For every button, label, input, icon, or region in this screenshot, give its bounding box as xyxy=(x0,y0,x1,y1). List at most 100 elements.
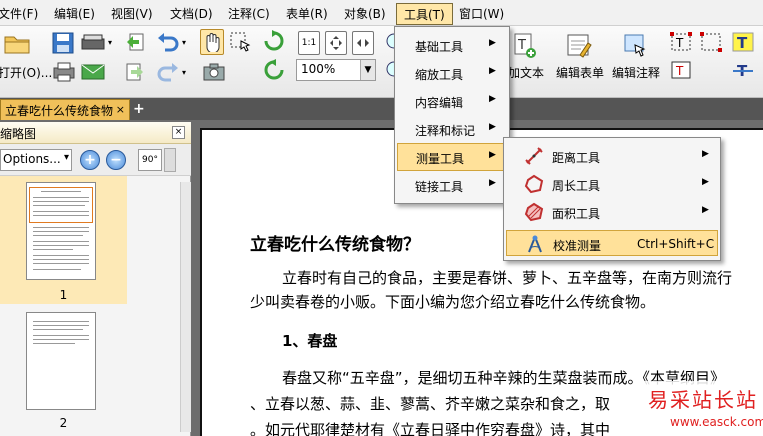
add-text-label[interactable]: 加文本 xyxy=(508,64,544,81)
menu-item-basic-tools[interactable]: 基础工具 ▶ xyxy=(397,32,507,58)
chevron-right-icon: ▶ xyxy=(489,178,496,188)
chevron-down-icon[interactable]: ▼ xyxy=(360,60,375,80)
menu-file[interactable]: 文件(F) xyxy=(0,5,38,22)
menu-view[interactable]: 视图(V) xyxy=(111,5,153,22)
panel-toolbar: Options... ▾ + − 90° xyxy=(0,144,191,176)
thumbnail-page-1[interactable] xyxy=(26,182,96,280)
thumbnail-page-2[interactable] xyxy=(26,312,96,410)
strikeout-icon: T xyxy=(733,62,753,80)
redo-icon xyxy=(157,63,178,82)
options-label: Options... xyxy=(3,152,61,166)
edit-annotation-button[interactable] xyxy=(622,32,650,60)
panel-scroll-handle[interactable] xyxy=(164,148,176,172)
open-button[interactable] xyxy=(2,30,32,56)
strikeout-text-button[interactable]: T xyxy=(730,58,756,82)
edit-form-label[interactable]: 编辑表单 xyxy=(556,64,604,81)
highlight-text-icon: T xyxy=(732,32,754,52)
hand-tool-button[interactable] xyxy=(200,29,224,55)
doc-paragraph-line: 、立春以葱、蒜、韭、蓼蒿、芥辛嫩之菜杂和食之，取 xyxy=(250,395,611,413)
snapshot-button[interactable] xyxy=(200,60,228,84)
save-button[interactable] xyxy=(50,30,76,56)
add-tab-icon[interactable]: + xyxy=(133,101,145,117)
scanner-icon xyxy=(81,34,105,50)
edit-form-button[interactable] xyxy=(565,32,593,60)
tab-document[interactable]: 立春吃什么传统食物 × xyxy=(0,99,130,120)
menu-item-area-tool[interactable]: 面积工具 ▶ xyxy=(506,199,718,225)
email-button[interactable] xyxy=(80,60,106,84)
add-text-icon: T xyxy=(514,33,536,58)
rotate-thumb-button[interactable]: 90° xyxy=(138,149,162,171)
rotate-cw-icon xyxy=(264,30,284,51)
zoom-in-thumb-button[interactable]: + xyxy=(80,150,100,170)
panel-header: 缩略图 × xyxy=(0,122,191,144)
area-select-button[interactable] xyxy=(698,30,724,54)
chevron-right-icon: ▶ xyxy=(489,122,496,132)
tab-bar: 立春吃什么传统食物 × + xyxy=(0,98,763,120)
panel-scrollbar[interactable] xyxy=(180,182,191,432)
magnifier-icon xyxy=(386,33,394,49)
measure-submenu: 距离工具 ▶ 周长工具 ▶ 面积工具 ▶ 校准测量 Ctrl+Shift+C xyxy=(503,137,721,261)
typewriter-icon: T xyxy=(671,61,691,79)
menu-item-distance-tool[interactable]: 距离工具 ▶ xyxy=(506,143,718,169)
actual-size-label: 1:1 xyxy=(301,38,317,48)
menu-bar: 文件(F) 编辑(E) 视图(V) 文档(D) 注释(C) 表单(R) 对象(B… xyxy=(0,0,763,26)
watermark-logo: 易采站长站 xyxy=(648,388,758,412)
open-label[interactable]: 打开(O)... xyxy=(0,64,52,81)
forward-page-button[interactable] xyxy=(124,60,146,84)
menu-form[interactable]: 表单(R) xyxy=(286,5,328,22)
menu-edit[interactable]: 编辑(E) xyxy=(54,5,95,22)
menu-window[interactable]: 窗口(W) xyxy=(459,5,504,22)
chevron-right-icon: ▶ xyxy=(489,94,496,104)
menu-tools[interactable]: 工具(T) xyxy=(396,3,453,25)
back-page-button[interactable] xyxy=(124,30,146,54)
rotate-ccw-button[interactable] xyxy=(262,58,286,82)
chevron-down-icon[interactable]: ▾ xyxy=(182,68,186,77)
hand-icon xyxy=(206,33,220,52)
chevron-right-icon: ▶ xyxy=(702,149,709,159)
fit-page-button[interactable] xyxy=(325,31,347,55)
distance-icon xyxy=(525,147,543,165)
chevron-down-icon[interactable]: ▾ xyxy=(182,38,186,47)
menu-object[interactable]: 对象(B) xyxy=(344,5,386,22)
redo-button[interactable] xyxy=(156,60,180,84)
menu-item-zoom-tools[interactable]: 缩放工具 ▶ xyxy=(397,60,507,86)
menu-item-perimeter-tool[interactable]: 周长工具 ▶ xyxy=(506,171,718,197)
panel-title: 缩略图 xyxy=(0,127,37,141)
menu-item-measure-tools[interactable]: 测量工具 ▶ xyxy=(397,143,507,171)
chevron-right-icon: ▶ xyxy=(702,205,709,215)
typewriter-button[interactable]: T xyxy=(668,58,694,82)
menu-item-comment-markup[interactable]: 注释和标记 ▶ xyxy=(397,116,507,142)
select-text-button[interactable] xyxy=(228,29,252,55)
menu-item-label: 链接工具 xyxy=(415,180,464,194)
undo-button[interactable] xyxy=(156,30,180,54)
rotate-cw-button[interactable] xyxy=(262,29,286,53)
chevron-down-icon[interactable]: ▾ xyxy=(108,38,112,47)
close-icon[interactable]: × xyxy=(172,126,185,139)
zoom-in-button[interactable] xyxy=(382,32,394,54)
zoom-out-button[interactable] xyxy=(382,60,394,82)
highlight-text-button[interactable]: T xyxy=(730,30,756,54)
close-icon[interactable]: × xyxy=(116,103,125,116)
menu-item-link-tools[interactable]: 链接工具 ▶ xyxy=(397,172,507,198)
fit-width-button[interactable] xyxy=(352,31,374,55)
actual-size-button[interactable]: 1:1 xyxy=(298,31,320,55)
area-select-icon xyxy=(700,32,722,52)
add-text-button[interactable]: T xyxy=(512,32,538,60)
svg-text:T: T xyxy=(675,64,684,78)
scan-button[interactable] xyxy=(80,30,106,56)
menu-document[interactable]: 文档(D) xyxy=(170,5,213,22)
menu-item-label: 周长工具 xyxy=(552,179,601,193)
magnifier-icon xyxy=(386,61,394,77)
menu-item-content-edit[interactable]: 内容编辑 ▶ xyxy=(397,88,507,114)
text-box-tool-button[interactable]: T xyxy=(668,30,694,54)
area-icon xyxy=(524,202,544,222)
menu-item-calibrate-measure[interactable]: 校准测量 Ctrl+Shift+C xyxy=(506,230,718,256)
menu-item-label: 校准测量 xyxy=(553,239,602,253)
print-button[interactable] xyxy=(52,60,76,84)
menu-comment[interactable]: 注释(C) xyxy=(228,5,270,22)
toolbar: 打开(O)... ▾ ▾ ▾ 1:1 100% ▼ T 加文本 编辑表单 编辑注… xyxy=(0,26,763,98)
options-dropdown[interactable]: Options... ▾ xyxy=(0,149,72,171)
zoom-out-thumb-button[interactable]: − xyxy=(106,150,126,170)
edit-annotation-label[interactable]: 编辑注释 xyxy=(612,64,660,81)
printer-icon xyxy=(53,62,75,82)
